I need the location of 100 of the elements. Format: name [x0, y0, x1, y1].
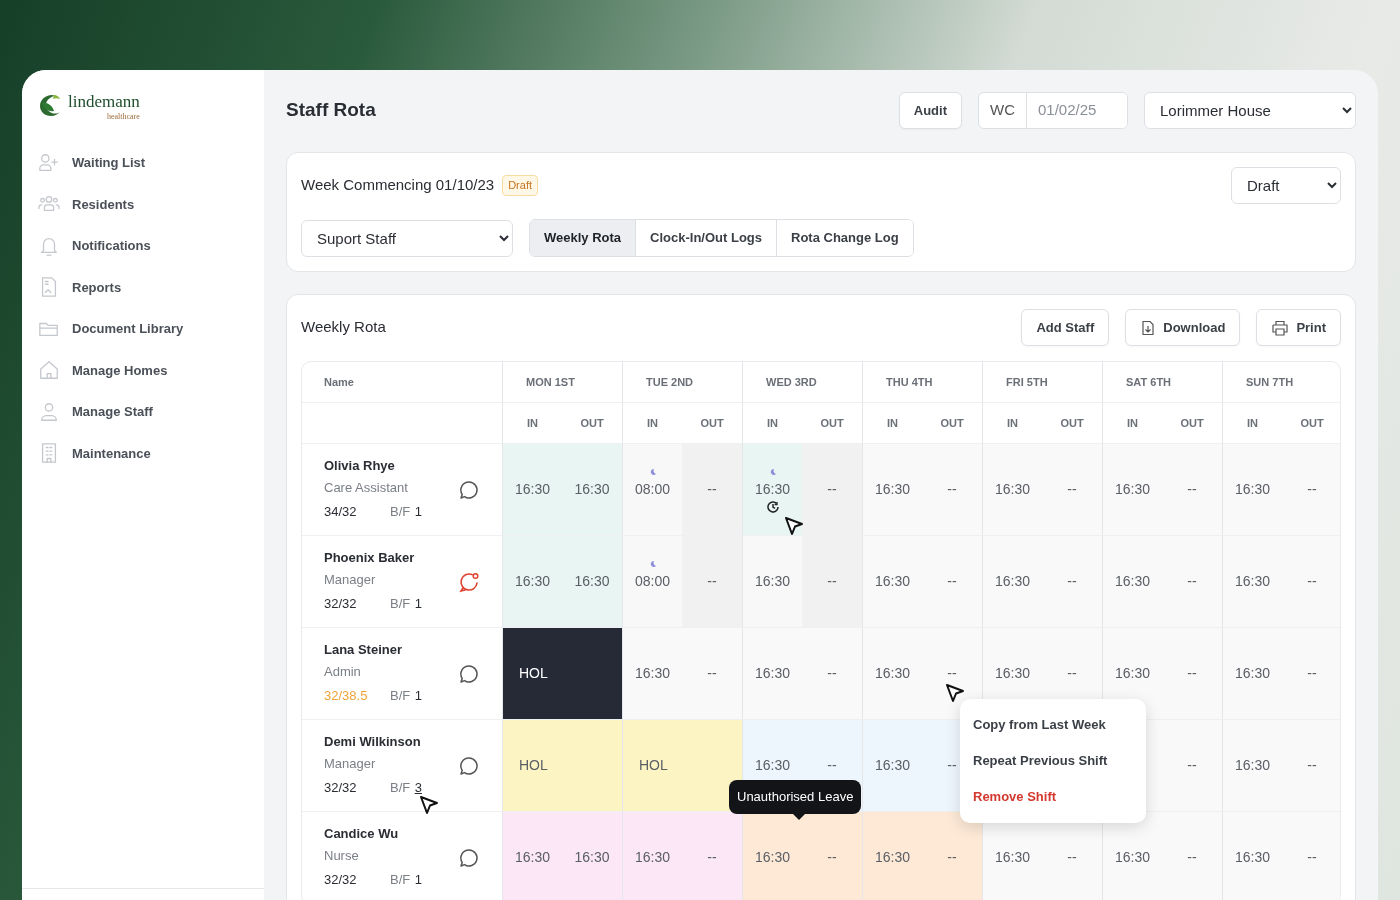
- shift-out-cell[interactable]: --: [802, 444, 862, 536]
- time-text: 16:30: [1234, 756, 1272, 775]
- shift-in-cell[interactable]: 16:30: [1222, 720, 1283, 812]
- sidebar-item[interactable]: Residents: [38, 183, 264, 225]
- shift-out-cell[interactable]: --: [802, 536, 862, 628]
- shift-out-cell[interactable]: --: [1162, 444, 1223, 536]
- audit-button[interactable]: Audit: [898, 92, 962, 129]
- tooltip-arrow: [793, 813, 805, 820]
- shift-in-cell[interactable]: 16:30: [502, 444, 562, 536]
- staff-role: Manager: [324, 570, 377, 589]
- view-tab[interactable]: Weekly Rota: [530, 220, 637, 256]
- shift-in-cell[interactable]: 16:30: [742, 812, 802, 900]
- shift-in-cell[interactable]: 16:30: [622, 812, 682, 900]
- hours-text: 32/32: [324, 779, 358, 797]
- shift-out-cell[interactable]: --: [1282, 812, 1340, 900]
- sidebar-item[interactable]: Manage Staff: [38, 391, 264, 433]
- time-text: --: [1066, 572, 1078, 591]
- shift-out-cell[interactable]: --: [1282, 720, 1340, 812]
- sidebar-item[interactable]: Manage Homes: [38, 349, 264, 391]
- column-header: SAT 6TH: [1102, 362, 1223, 403]
- print-button[interactable]: Print: [1256, 309, 1341, 346]
- shift-in-cell[interactable]: 16:30: [1102, 444, 1163, 536]
- home-select[interactable]: Lorimmer House: [1144, 92, 1356, 129]
- shift-out-cell[interactable]: --: [922, 812, 983, 900]
- comment-icon[interactable]: [458, 479, 480, 502]
- shift-in-cell[interactable]: 16:30: [982, 536, 1043, 628]
- shift-in-cell[interactable]: 08:00: [622, 536, 682, 628]
- bf-value[interactable]: 1: [414, 596, 422, 611]
- staff-name: Olivia Rhye: [324, 457, 396, 475]
- staff-name: Lana Steiner: [324, 641, 404, 659]
- shift-out-cell[interactable]: --: [1162, 536, 1223, 628]
- time-text: --: [826, 664, 838, 683]
- comment-icon[interactable]: [458, 755, 480, 778]
- shift-in-cell[interactable]: 16:30: [1222, 444, 1283, 536]
- shift-in-cell[interactable]: 16:30: [862, 628, 922, 720]
- shift-out-cell[interactable]: 16:30: [562, 812, 622, 900]
- date-field[interactable]: WC 01/02/25: [978, 92, 1128, 129]
- shift-out-cell[interactable]: --: [682, 536, 742, 628]
- staff-select[interactable]: Suport Staff: [301, 219, 513, 257]
- column-header: FRI 5TH: [982, 362, 1103, 403]
- shift-in-cell[interactable]: 16:30: [622, 628, 682, 720]
- cursor-icon: [419, 795, 439, 815]
- shift-out-cell[interactable]: --: [682, 812, 742, 900]
- shift-out-cell[interactable]: --: [1282, 628, 1340, 720]
- shift-in-cell[interactable]: 16:30: [982, 444, 1043, 536]
- shift-out-cell[interactable]: 16:30: [562, 536, 622, 628]
- shift-out-cell[interactable]: 16:30: [562, 444, 622, 536]
- sidebar-item[interactable]: Document Library: [38, 308, 264, 350]
- shift-in-cell[interactable]: 16:30: [1222, 628, 1283, 720]
- shift-out-cell[interactable]: --: [922, 444, 983, 536]
- shift-out-cell[interactable]: --: [922, 628, 983, 720]
- add-staff-button[interactable]: Add Staff: [1021, 309, 1110, 346]
- shift-in-cell[interactable]: 16:30: [742, 536, 802, 628]
- time-text: 16:30: [753, 480, 791, 499]
- holiday-cell[interactable]: HOL: [502, 720, 622, 812]
- shift-in-cell[interactable]: 16:30: [502, 536, 562, 628]
- hours-text: 34/32: [324, 503, 358, 521]
- shift-out-cell[interactable]: --: [1162, 720, 1223, 812]
- shift-out-cell[interactable]: --: [1042, 444, 1103, 536]
- holiday-cell[interactable]: HOL: [502, 628, 622, 720]
- shift-out-cell[interactable]: --: [1042, 536, 1103, 628]
- bf-value[interactable]: 1: [414, 504, 422, 519]
- shift-out-cell[interactable]: --: [1162, 812, 1223, 900]
- shift-out-cell[interactable]: --: [1162, 628, 1223, 720]
- time-text: 16:30: [633, 848, 671, 867]
- download-button[interactable]: Download: [1125, 309, 1241, 346]
- shift-out-cell[interactable]: --: [922, 536, 983, 628]
- shift-in-cell[interactable]: 16:30: [502, 812, 562, 900]
- bf-value[interactable]: 1: [414, 872, 422, 887]
- shift-in-cell[interactable]: 16:30: [862, 812, 922, 900]
- time-text: 16:30: [573, 572, 611, 591]
- shift-in-cell[interactable]: 16:30: [742, 444, 802, 536]
- shift-out-cell[interactable]: --: [802, 628, 862, 720]
- time-text: 16:30: [573, 848, 611, 867]
- shift-in-cell[interactable]: 16:30: [862, 536, 922, 628]
- shift-in-cell[interactable]: 16:30: [1102, 812, 1163, 900]
- comment-icon[interactable]: [458, 663, 480, 686]
- shift-in-cell[interactable]: 08:00: [622, 444, 682, 536]
- shift-in-cell[interactable]: 16:30: [1222, 812, 1283, 900]
- shift-in-cell[interactable]: 16:30: [742, 628, 802, 720]
- sidebar-item[interactable]: Notifications: [38, 225, 264, 267]
- shift-in-cell[interactable]: 16:30: [862, 720, 922, 812]
- sidebar-item[interactable]: Maintenance: [38, 432, 264, 474]
- shift-out-cell[interactable]: --: [682, 628, 742, 720]
- time-text: 08:00: [633, 480, 671, 499]
- bf-value[interactable]: 1: [414, 688, 422, 703]
- shift-out-cell[interactable]: --: [1282, 444, 1340, 536]
- sidebar-item[interactable]: Waiting List: [38, 142, 264, 184]
- sidebar-item[interactable]: Reports: [38, 266, 264, 308]
- shift-in-cell[interactable]: 16:30: [1222, 536, 1283, 628]
- comment-icon[interactable]: [458, 847, 480, 870]
- shift-in-cell[interactable]: 16:30: [862, 444, 922, 536]
- shift-out-cell[interactable]: --: [802, 812, 862, 900]
- time-text: --: [1186, 572, 1198, 591]
- shift-out-cell[interactable]: --: [1282, 536, 1340, 628]
- comment-alert-icon[interactable]: [458, 571, 480, 594]
- bf-value[interactable]: 3: [414, 780, 422, 795]
- status-select[interactable]: Draft: [1231, 167, 1341, 204]
- shift-out-cell[interactable]: --: [682, 444, 742, 536]
- shift-in-cell[interactable]: 16:30: [1102, 536, 1163, 628]
